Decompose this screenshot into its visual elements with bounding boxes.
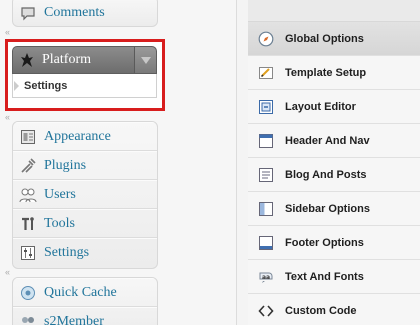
option-label: Blog And Posts (285, 168, 367, 181)
compass-icon (258, 31, 274, 47)
menu-item-settings[interactable]: Settings (13, 238, 157, 267)
main-menu-group: Appearance Plugins Users Tools Settings (12, 121, 158, 269)
settings-icon (18, 243, 38, 263)
appearance-icon (18, 127, 38, 147)
header-icon (258, 133, 274, 149)
text-icon: aa (258, 269, 274, 285)
menu-item-label: Settings (44, 245, 90, 260)
option-header-and-nav[interactable]: Header And Nav (248, 124, 420, 158)
submenu-arrow-icon (14, 81, 19, 91)
layout-icon (258, 99, 274, 115)
comments-icon (18, 3, 38, 23)
comments-menu-group: Comments (12, 0, 158, 27)
platform-submenu-settings[interactable]: Settings (12, 74, 157, 98)
menu-separator: « (5, 27, 11, 37)
menu-item-s2member[interactable]: s2Member (13, 307, 157, 325)
option-blog-and-posts[interactable]: Blog And Posts (248, 158, 420, 192)
plugins-menu-group: Quick Cache s2Member (12, 277, 158, 325)
menu-item-label: Users (44, 186, 76, 202)
s2member-icon (18, 312, 38, 325)
options-nav: Global Options Template Setup Layout Edi… (248, 22, 420, 325)
menu-item-label: s2Member (44, 314, 104, 325)
option-sidebar-options[interactable]: Sidebar Options (248, 192, 420, 226)
option-custom-code[interactable]: Custom Code (248, 294, 420, 325)
option-footer-options[interactable]: Footer Options (248, 226, 420, 260)
option-label: Header And Nav (285, 134, 370, 147)
menu-item-label: Comments (44, 5, 105, 20)
tools-icon (18, 214, 38, 234)
menu-item-quick-cache[interactable]: Quick Cache (13, 278, 157, 307)
blog-icon (258, 167, 274, 183)
platform-dropdown-toggle[interactable] (134, 47, 156, 73)
users-icon (18, 185, 38, 205)
menu-separator: « (5, 267, 11, 277)
plugins-icon (18, 156, 38, 176)
option-label: Footer Options (285, 236, 364, 249)
svg-text:aa: aa (262, 274, 270, 281)
menu-item-plugins[interactable]: Plugins (13, 151, 157, 180)
code-icon (258, 303, 274, 319)
option-label: Text And Fonts (285, 270, 364, 283)
menu-item-comments[interactable]: Comments (13, 0, 157, 26)
option-text-and-fonts[interactable]: aa Text And Fonts (248, 260, 420, 294)
platform-label: Platform (42, 52, 91, 67)
menu-item-platform[interactable]: Platform (12, 46, 157, 74)
panel-divider (236, 0, 237, 325)
menu-separator: « (5, 112, 11, 122)
menu-item-tools[interactable]: Tools (13, 209, 157, 238)
option-global-options[interactable]: Global Options (248, 22, 420, 56)
platform-icon (17, 50, 37, 70)
footer-icon (258, 235, 274, 251)
triangle-down-icon (140, 56, 151, 64)
sidebar-icon (258, 201, 274, 217)
menu-item-appearance[interactable]: Appearance (13, 122, 157, 151)
option-label: Sidebar Options (285, 202, 370, 215)
menu-item-label: Quick Cache (44, 284, 117, 300)
option-label: Layout Editor (285, 100, 356, 113)
quick-cache-icon (18, 283, 38, 303)
option-label: Custom Code (285, 304, 357, 317)
menu-item-users[interactable]: Users (13, 180, 157, 209)
option-template-setup[interactable]: Template Setup (248, 56, 420, 90)
options-panel-header (248, 0, 420, 22)
option-label: Template Setup (285, 66, 367, 79)
menu-item-label: Appearance (44, 128, 111, 144)
menu-item-label: Plugins (44, 157, 87, 173)
menu-item-label: Tools (44, 215, 75, 231)
option-label: Global Options (285, 32, 364, 45)
submenu-label: Settings (24, 79, 68, 92)
template-icon (258, 65, 274, 81)
option-layout-editor[interactable]: Layout Editor (248, 90, 420, 124)
